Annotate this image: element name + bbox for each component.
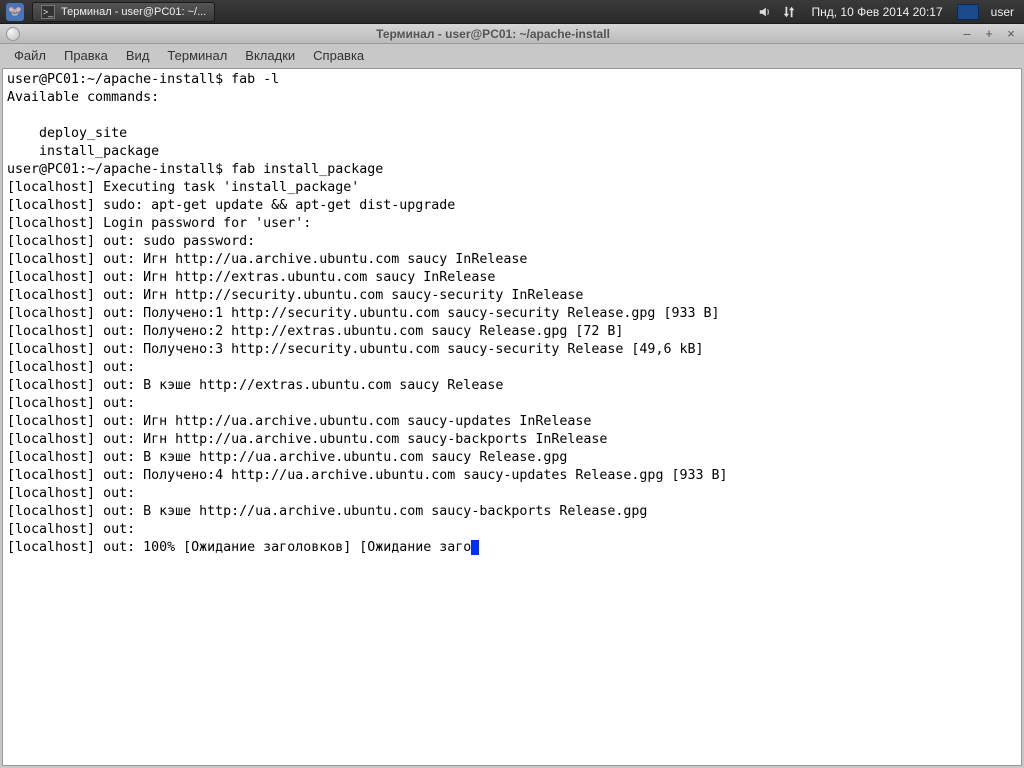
window-title: Терминал - user@PC01: ~/apache-install <box>26 27 960 41</box>
workspace-switcher[interactable] <box>957 4 979 20</box>
menu-edit[interactable]: Правка <box>56 46 116 65</box>
maximize-button[interactable]: + <box>982 26 996 41</box>
network-icon[interactable] <box>781 4 797 20</box>
terminal-output: user@PC01:~/apache-install$ fab -l Avail… <box>7 71 1017 557</box>
menubar: Файл Правка Вид Терминал Вкладки Справка <box>0 44 1024 68</box>
system-panel: 🐭 >_ Терминал - user@PC01: ~/... Пнд, 10… <box>0 0 1024 24</box>
window-menu-icon[interactable] <box>6 27 20 41</box>
taskbar-label: Терминал - user@PC01: ~/... <box>61 6 206 18</box>
taskbar-terminal-button[interactable]: >_ Терминал - user@PC01: ~/... <box>32 2 215 22</box>
menu-tabs[interactable]: Вкладки <box>237 46 303 65</box>
terminal-body[interactable]: user@PC01:~/apache-install$ fab -l Avail… <box>2 68 1022 766</box>
xfce-menu-icon[interactable]: 🐭 <box>6 3 24 21</box>
menu-help[interactable]: Справка <box>305 46 372 65</box>
minimize-button[interactable]: – <box>960 26 974 41</box>
window-titlebar[interactable]: Терминал - user@PC01: ~/apache-install –… <box>0 24 1024 44</box>
menu-file[interactable]: Файл <box>6 46 54 65</box>
window-buttons: – + × <box>960 26 1018 41</box>
user-menu[interactable]: user <box>987 5 1018 19</box>
panel-clock[interactable]: Пнд, 10 Фев 2014 20:17 <box>805 5 948 19</box>
terminal-window: Терминал - user@PC01: ~/apache-install –… <box>0 24 1024 768</box>
volume-icon[interactable] <box>757 4 773 20</box>
menu-terminal[interactable]: Терминал <box>159 46 235 65</box>
menu-view[interactable]: Вид <box>118 46 158 65</box>
close-button[interactable]: × <box>1004 26 1018 41</box>
terminal-icon: >_ <box>41 5 55 19</box>
terminal-cursor <box>471 540 479 555</box>
